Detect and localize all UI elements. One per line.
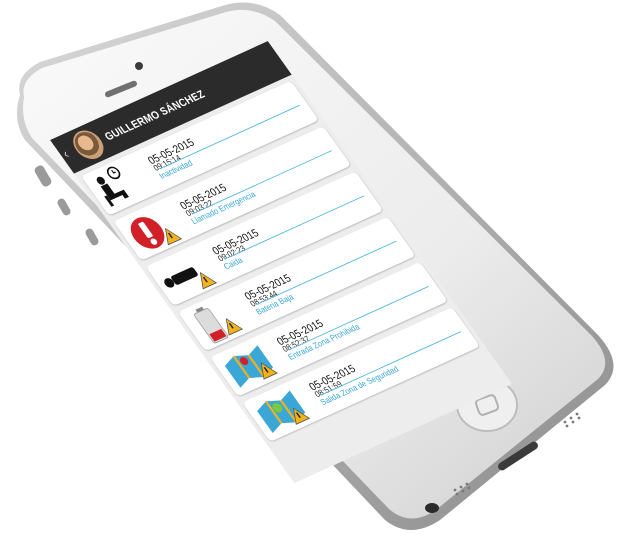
emergency-call-icon	[118, 200, 190, 257]
safe-zone-exit-icon	[247, 381, 319, 439]
forbidden-zone-icon	[215, 336, 287, 394]
inactivity-icon	[86, 155, 158, 213]
low-battery-icon	[183, 291, 255, 349]
fall-icon	[150, 245, 222, 303]
